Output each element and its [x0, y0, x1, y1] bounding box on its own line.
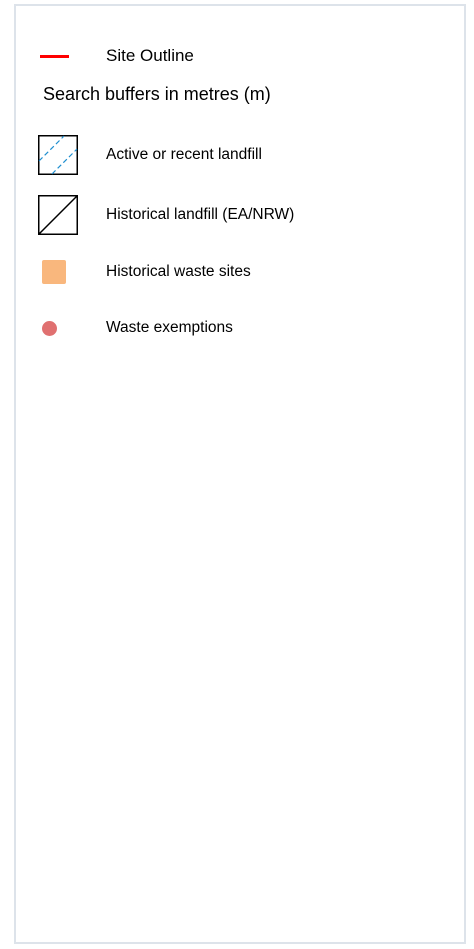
historical-waste-sites-label: Historical waste sites	[106, 263, 251, 280]
legend-item-historical-waste-sites: Historical waste sites	[38, 252, 251, 292]
waste-exemptions-swatch	[38, 308, 78, 348]
red-dot-icon	[42, 320, 57, 336]
legend-item-waste-exemptions: Waste exemptions	[38, 308, 233, 348]
legend-item-historical-landfill: Historical landfill (EA/NRW)	[38, 195, 294, 235]
orange-square-icon	[42, 260, 66, 284]
historical-landfill-label: Historical landfill (EA/NRW)	[106, 206, 295, 223]
search-buffers-title: Search buffers in metres (m)	[43, 84, 271, 104]
legend-site-outline: Site Outline	[40, 46, 194, 66]
diagonal-line-square-icon	[38, 195, 78, 235]
waste-exemptions-label: Waste exemptions	[106, 319, 233, 336]
historical-waste-sites-swatch	[38, 252, 78, 292]
red-line-icon	[40, 54, 69, 58]
legend-item-active-landfill: Active or recent landfill	[38, 135, 262, 175]
active-landfill-label: Active or recent landfill	[106, 146, 262, 163]
site-outline-label: Site Outline	[106, 46, 194, 65]
dashed-hatch-square-icon	[38, 135, 78, 175]
